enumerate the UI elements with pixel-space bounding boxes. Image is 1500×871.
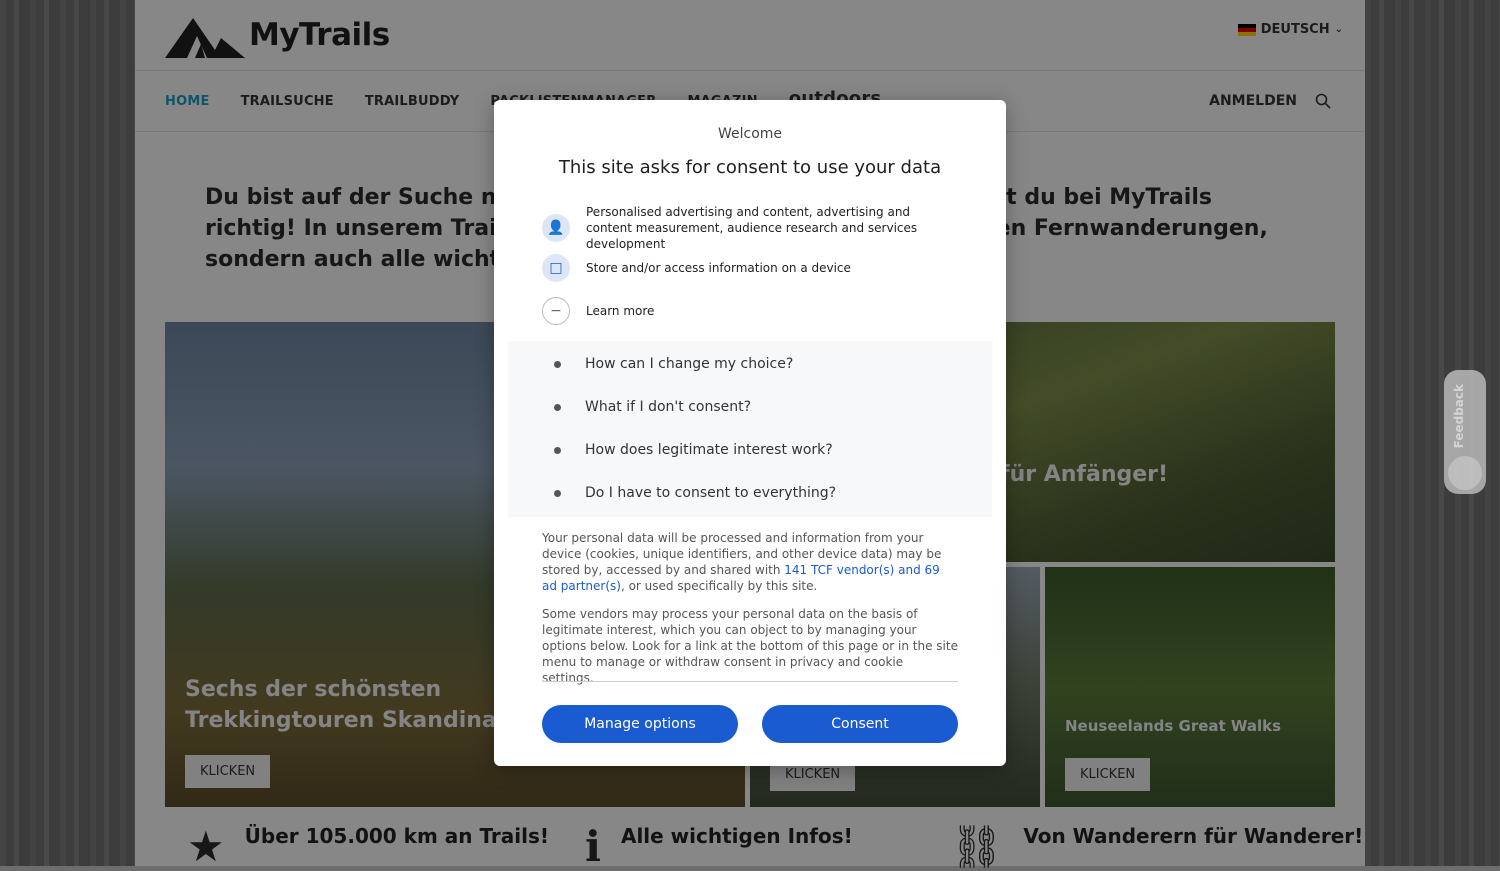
purpose-text: Store and/or access information on a dev… [586,261,851,275]
feedback-label: Feedback [1452,384,1466,449]
divider [542,681,958,682]
person-icon: 👤 [542,214,570,242]
manage-options-button[interactable]: Manage options [542,705,738,743]
purpose-text: Personalised advertising and content, ad… [586,205,918,251]
paragraph-text: , or used specifically by this site. [620,579,818,593]
consent-paragraph-1: Your personal data will be processed and… [542,530,958,594]
consent-title: This site asks for consent to use your d… [558,157,942,178]
device-icon: □ [542,254,570,282]
bullet-icon [554,360,561,368]
faq-question: What if I don't consent? [585,399,752,415]
consent-button[interactable]: Consent [762,705,958,743]
faq-item[interactable]: How can I change my choice? [554,356,793,372]
faq-question: How can I change my choice? [585,356,794,372]
learn-more-toggle[interactable]: − Learn more [542,297,956,325]
learn-more-label: Learn more [586,304,655,318]
faq-question: How does legitimate interest work? [585,442,833,458]
faq-item[interactable]: Do I have to consent to everything? [554,485,836,501]
minus-icon: − [542,297,570,325]
smiley-icon [1448,456,1482,490]
purpose-advertising: 👤 Personalised advertising and content, … [542,204,956,252]
bullet-icon [554,446,561,454]
purpose-device: □ Store and/or access information on a d… [542,254,956,282]
faq-item[interactable]: How does legitimate interest work? [554,442,833,458]
consent-welcome: Welcome [717,126,783,142]
faq-list: How can I change my choice? What if I do… [508,341,992,517]
consent-paragraph-2: Some vendors may process your personal d… [542,607,958,685]
bullet-icon [554,403,561,411]
faq-question: Do I have to consent to everything? [585,485,837,501]
bullet-icon [554,489,561,497]
feedback-tab[interactable]: Feedback [1444,370,1486,494]
faq-item[interactable]: What if I don't consent? [554,399,751,415]
consent-dialog: Welcome This site asks for consent to us… [494,100,1006,766]
